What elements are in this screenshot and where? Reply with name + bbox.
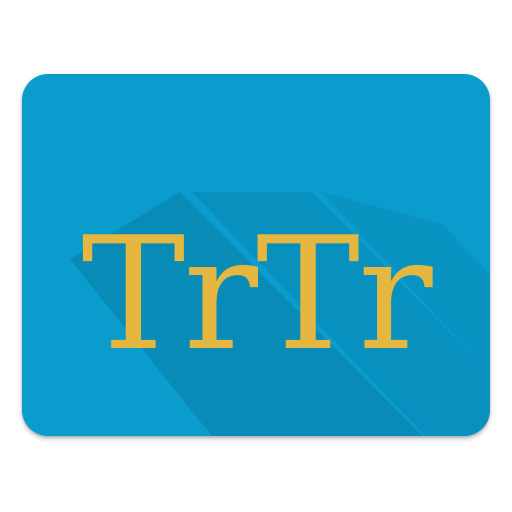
app-icon-canvas: TrTr [0,0,512,512]
card-background [22,74,490,436]
app-icon-card[interactable]: TrTr [22,74,490,436]
